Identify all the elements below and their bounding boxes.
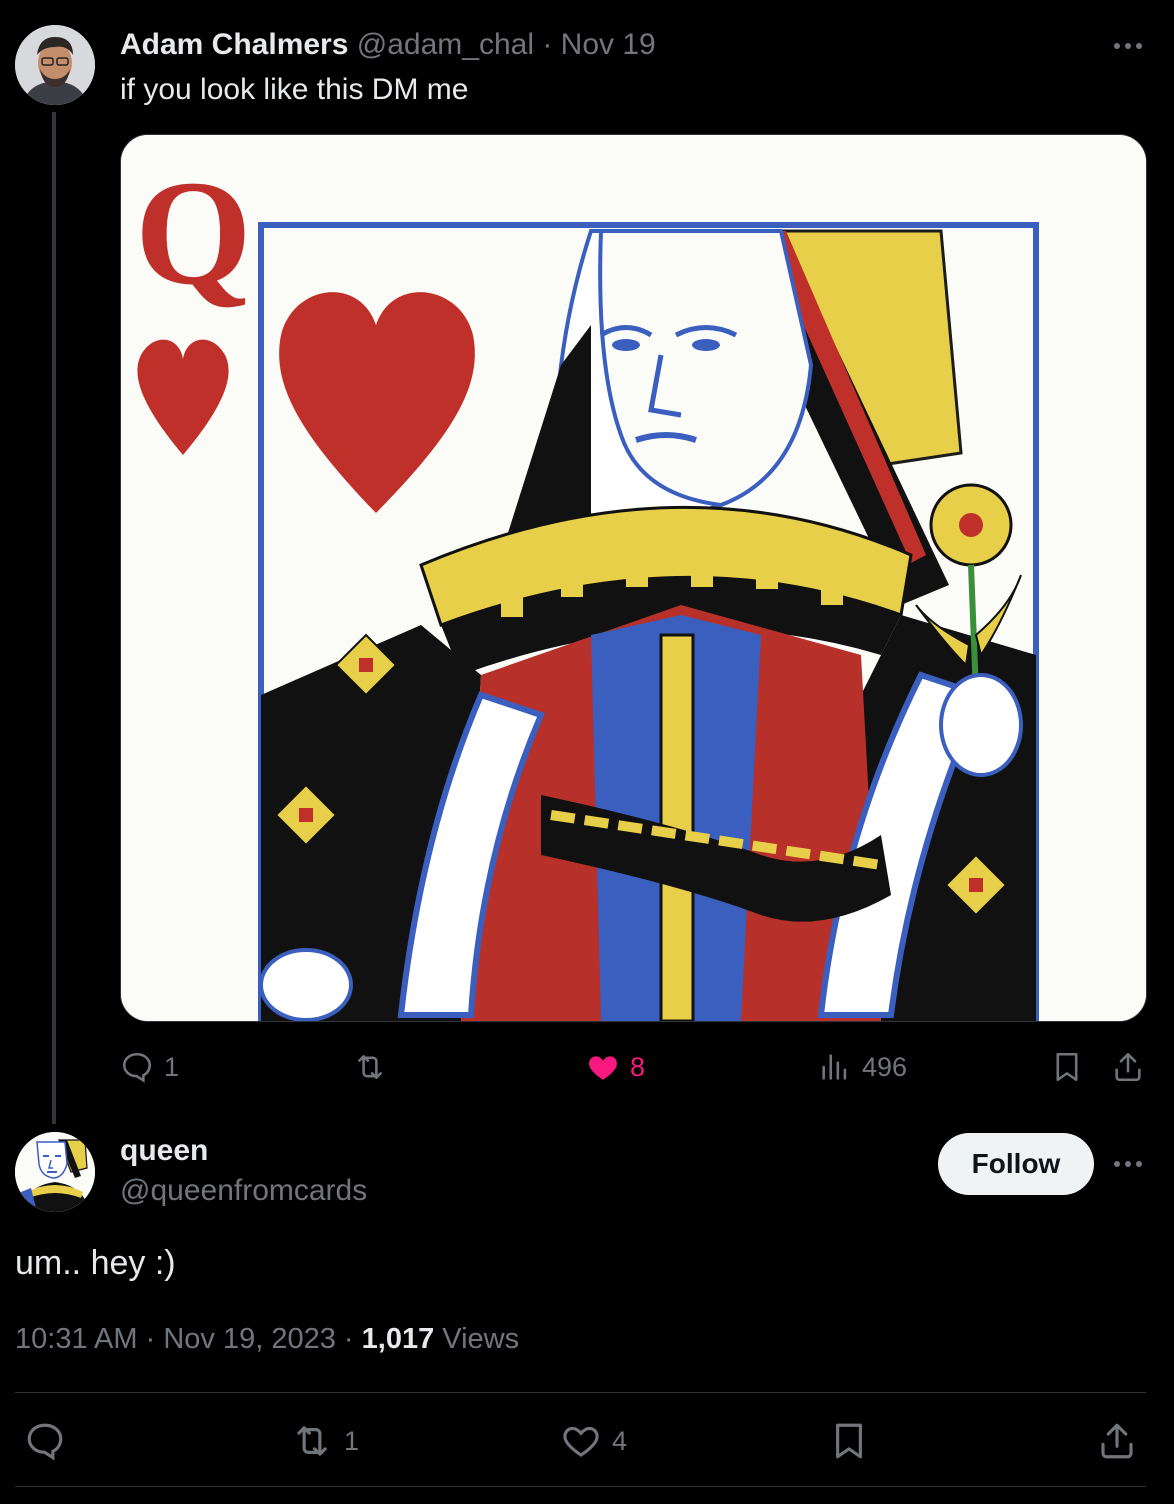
heart-icon: [563, 1426, 599, 1457]
reply-reply-button[interactable]: [24, 1420, 66, 1462]
heart-filled-icon: [589, 1056, 617, 1080]
card-rank-letter: Q: [135, 150, 252, 316]
reply-retweet-button[interactable]: 1: [290, 1420, 359, 1462]
more-options-icon[interactable]: [1114, 43, 1142, 49]
reply-like-count: 4: [612, 1425, 628, 1456]
author-handle[interactable]: @adam_chal: [357, 28, 534, 61]
reply-share-button[interactable]: [1096, 1420, 1138, 1467]
tweet-date[interactable]: Nov 19: [561, 28, 656, 61]
like-count: 8: [630, 1051, 646, 1082]
tweet-media-image[interactable]: Q: [120, 134, 1147, 1022]
reply-more-options-icon[interactable]: [1114, 1161, 1142, 1167]
reply-author-handle[interactable]: @queenfromcards: [120, 1174, 367, 1208]
reply-date[interactable]: Nov 19, 2023: [163, 1323, 336, 1355]
analytics-icon: [822, 1054, 847, 1080]
reply-icon: [122, 1052, 152, 1083]
share-icon: [1101, 1423, 1133, 1459]
author-name[interactable]: Adam Chalmers: [120, 28, 348, 61]
retweet-button[interactable]: [352, 1050, 388, 1084]
bookmark-icon: [1056, 1052, 1078, 1082]
reply-like-button[interactable]: 4: [560, 1420, 627, 1462]
follow-button[interactable]: Follow: [938, 1133, 1094, 1195]
bookmark-icon: [836, 1423, 862, 1459]
views-button[interactable]: 496: [818, 1050, 907, 1084]
meta-separator: ·: [145, 1323, 156, 1355]
reply-button[interactable]: 1: [120, 1050, 179, 1084]
divider-top: [15, 1392, 1146, 1393]
author-avatar[interactable]: [15, 25, 95, 105]
reply-author-name[interactable]: queen: [120, 1134, 208, 1168]
share-button[interactable]: [1111, 1050, 1145, 1089]
header-separator: ·: [542, 28, 553, 61]
reply-retweet-count: 1: [344, 1425, 360, 1456]
meta-separator-2: ·: [343, 1323, 354, 1355]
reply-bookmark-button[interactable]: [828, 1420, 870, 1467]
retweet-icon: [297, 1426, 327, 1456]
thread-line: [52, 112, 56, 1124]
reply-time[interactable]: 10:31 AM: [15, 1323, 138, 1355]
tweet-text: if you look like this DM me: [120, 73, 469, 106]
divider-bottom: [15, 1486, 1146, 1487]
reply-text: um.. hey :): [15, 1244, 176, 1282]
view-count: 496: [862, 1051, 908, 1082]
bookmark-button[interactable]: [1050, 1050, 1084, 1089]
reply-meta: 10:31 AM · Nov 19, 2023 · 1,017 Views: [15, 1323, 519, 1356]
share-icon: [1115, 1052, 1141, 1082]
queen-of-hearts-card-image: Q: [121, 135, 1146, 1021]
reply-view-count: 1,017: [361, 1323, 435, 1355]
like-button[interactable]: 8: [586, 1050, 645, 1084]
reply-author-avatar[interactable]: [15, 1132, 95, 1212]
tweet-header: Adam Chalmers @adam_chal · Nov 19: [120, 28, 656, 62]
retweet-icon: [358, 1055, 382, 1079]
reply-count: 1: [164, 1051, 180, 1082]
reply-views-label: Views: [442, 1323, 520, 1355]
reply-icon: [27, 1423, 63, 1461]
